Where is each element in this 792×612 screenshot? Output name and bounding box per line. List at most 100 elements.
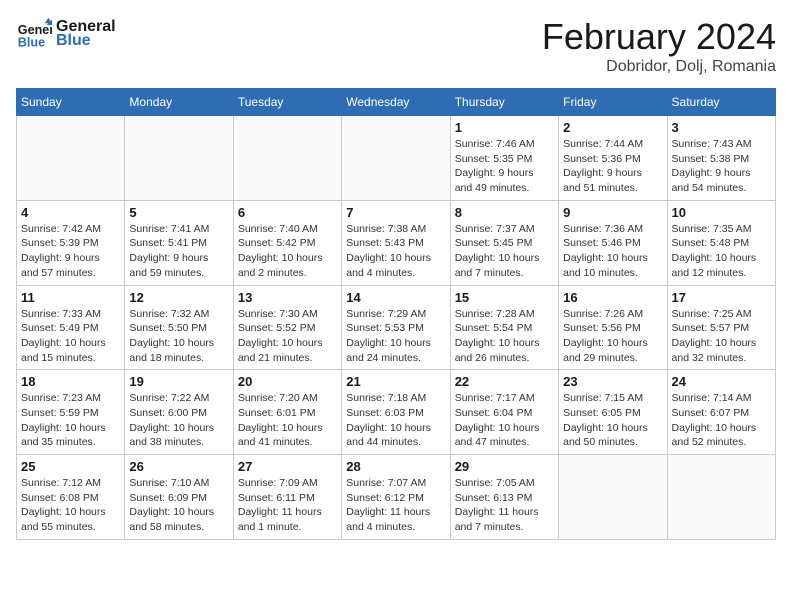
calendar-cell [342, 116, 450, 201]
calendar-week-1: 1 Sunrise: 7:46 AM Sunset: 5:35 PM Daylig… [17, 116, 776, 201]
day-info: Sunrise: 7:25 AM Sunset: 5:57 PM Dayligh… [672, 307, 771, 366]
day-info: Sunrise: 7:26 AM Sunset: 5:56 PM Dayligh… [563, 307, 662, 366]
day-number: 17 [672, 290, 771, 305]
calendar-cell: 11 Sunrise: 7:33 AM Sunset: 5:49 PM Dayli… [17, 285, 125, 370]
calendar-cell [559, 455, 667, 540]
day-number: 16 [563, 290, 662, 305]
calendar-cell: 25 Sunrise: 7:12 AM Sunset: 6:08 PM Dayli… [17, 455, 125, 540]
calendar-cell: 2 Sunrise: 7:44 AM Sunset: 5:36 PM Daylig… [559, 116, 667, 201]
weekday-header-wednesday: Wednesday [342, 89, 450, 116]
calendar-cell: 21 Sunrise: 7:18 AM Sunset: 6:03 PM Dayli… [342, 370, 450, 455]
weekday-header-thursday: Thursday [450, 89, 558, 116]
day-number: 9 [563, 205, 662, 220]
day-info: Sunrise: 7:42 AM Sunset: 5:39 PM Dayligh… [21, 222, 120, 281]
calendar-cell: 10 Sunrise: 7:35 AM Sunset: 5:48 PM Dayli… [667, 200, 775, 285]
day-number: 13 [238, 290, 337, 305]
day-info: Sunrise: 7:15 AM Sunset: 6:05 PM Dayligh… [563, 391, 662, 450]
calendar-cell: 4 Sunrise: 7:42 AM Sunset: 5:39 PM Daylig… [17, 200, 125, 285]
day-number: 7 [346, 205, 445, 220]
calendar-cell [17, 116, 125, 201]
calendar-week-2: 4 Sunrise: 7:42 AM Sunset: 5:39 PM Daylig… [17, 200, 776, 285]
day-number: 15 [455, 290, 554, 305]
day-number: 24 [672, 374, 771, 389]
calendar-cell: 17 Sunrise: 7:25 AM Sunset: 5:57 PM Dayli… [667, 285, 775, 370]
day-info: Sunrise: 7:44 AM Sunset: 5:36 PM Dayligh… [563, 137, 662, 196]
calendar-cell: 27Sunrise: 7:09 AM Sunset: 6:11 PM Dayli… [233, 455, 341, 540]
day-number: 18 [21, 374, 120, 389]
day-info: Sunrise: 7:10 AM Sunset: 6:09 PM Dayligh… [129, 476, 228, 535]
day-info: Sunrise: 7:38 AM Sunset: 5:43 PM Dayligh… [346, 222, 445, 281]
day-number: 22 [455, 374, 554, 389]
calendar-header-row: SundayMondayTuesdayWednesdayThursdayFrid… [17, 89, 776, 116]
day-info: Sunrise: 7:36 AM Sunset: 5:46 PM Dayligh… [563, 222, 662, 281]
calendar-cell: 14 Sunrise: 7:29 AM Sunset: 5:53 PM Dayli… [342, 285, 450, 370]
day-number: 5 [129, 205, 228, 220]
calendar-cell [125, 116, 233, 201]
day-info: Sunrise: 7:05 AM Sunset: 6:13 PM Dayligh… [455, 476, 554, 535]
day-number: 19 [129, 374, 228, 389]
weekday-header-tuesday: Tuesday [233, 89, 341, 116]
day-number: 8 [455, 205, 554, 220]
day-number: 2 [563, 120, 662, 135]
calendar-cell: 18Sunrise: 7:23 AM Sunset: 5:59 PM Dayli… [17, 370, 125, 455]
day-number: 26 [129, 459, 228, 474]
calendar-week-4: 18Sunrise: 7:23 AM Sunset: 5:59 PM Dayli… [17, 370, 776, 455]
calendar-cell: 6 Sunrise: 7:40 AM Sunset: 5:42 PM Daylig… [233, 200, 341, 285]
calendar-cell: 3Sunrise: 7:43 AM Sunset: 5:38 PM Daylig… [667, 116, 775, 201]
calendar-cell: 15 Sunrise: 7:28 AM Sunset: 5:54 PM Dayli… [450, 285, 558, 370]
day-info: Sunrise: 7:20 AM Sunset: 6:01 PM Dayligh… [238, 391, 337, 450]
day-info: Sunrise: 7:18 AM Sunset: 6:03 PM Dayligh… [346, 391, 445, 450]
day-info: Sunrise: 7:30 AM Sunset: 5:52 PM Dayligh… [238, 307, 337, 366]
day-info: Sunrise: 7:12 AM Sunset: 6:08 PM Dayligh… [21, 476, 120, 535]
weekday-header-monday: Monday [125, 89, 233, 116]
calendar-cell: 8Sunrise: 7:37 AM Sunset: 5:45 PM Daylig… [450, 200, 558, 285]
calendar-week-5: 25 Sunrise: 7:12 AM Sunset: 6:08 PM Dayli… [17, 455, 776, 540]
calendar-cell: 1 Sunrise: 7:46 AM Sunset: 5:35 PM Daylig… [450, 116, 558, 201]
day-info: Sunrise: 7:17 AM Sunset: 6:04 PM Dayligh… [455, 391, 554, 450]
calendar-cell: 16 Sunrise: 7:26 AM Sunset: 5:56 PM Dayli… [559, 285, 667, 370]
logo: General Blue General Blue [16, 16, 116, 52]
page-header: General Blue General Blue February 2024 … [16, 16, 776, 76]
day-info: Sunrise: 7:29 AM Sunset: 5:53 PM Dayligh… [346, 307, 445, 366]
day-info: Sunrise: 7:35 AM Sunset: 5:48 PM Dayligh… [672, 222, 771, 281]
day-number: 1 [455, 120, 554, 135]
calendar-table: SundayMondayTuesdayWednesdayThursdayFrid… [16, 88, 776, 540]
day-number: 6 [238, 205, 337, 220]
day-info: Sunrise: 7:22 AM Sunset: 6:00 PM Dayligh… [129, 391, 228, 450]
day-number: 14 [346, 290, 445, 305]
day-number: 3 [672, 120, 771, 135]
day-number: 23 [563, 374, 662, 389]
day-info: Sunrise: 7:46 AM Sunset: 5:35 PM Dayligh… [455, 137, 554, 196]
day-number: 10 [672, 205, 771, 220]
month-title: February 2024 [542, 16, 776, 58]
day-number: 11 [21, 290, 120, 305]
day-info: Sunrise: 7:33 AM Sunset: 5:49 PM Dayligh… [21, 307, 120, 366]
svg-text:Blue: Blue [18, 36, 45, 50]
day-number: 25 [21, 459, 120, 474]
weekday-header-saturday: Saturday [667, 89, 775, 116]
calendar-cell: 26 Sunrise: 7:10 AM Sunset: 6:09 PM Dayli… [125, 455, 233, 540]
calendar-cell: 13 Sunrise: 7:30 AM Sunset: 5:52 PM Dayli… [233, 285, 341, 370]
day-info: Sunrise: 7:07 AM Sunset: 6:12 PM Dayligh… [346, 476, 445, 535]
day-number: 28 [346, 459, 445, 474]
calendar-cell: 19 Sunrise: 7:22 AM Sunset: 6:00 PM Dayli… [125, 370, 233, 455]
calendar-cell [233, 116, 341, 201]
day-info: Sunrise: 7:40 AM Sunset: 5:42 PM Dayligh… [238, 222, 337, 281]
day-number: 12 [129, 290, 228, 305]
calendar-cell [667, 455, 775, 540]
calendar-cell: 7 Sunrise: 7:38 AM Sunset: 5:43 PM Daylig… [342, 200, 450, 285]
day-number: 4 [21, 205, 120, 220]
calendar-cell: 24Sunrise: 7:14 AM Sunset: 6:07 PM Dayli… [667, 370, 775, 455]
weekday-header-sunday: Sunday [17, 89, 125, 116]
day-info: Sunrise: 7:28 AM Sunset: 5:54 PM Dayligh… [455, 307, 554, 366]
calendar-cell: 29 Sunrise: 7:05 AM Sunset: 6:13 PM Dayli… [450, 455, 558, 540]
day-number: 20 [238, 374, 337, 389]
calendar-cell: 9 Sunrise: 7:36 AM Sunset: 5:46 PM Daylig… [559, 200, 667, 285]
calendar-cell: 12Sunrise: 7:32 AM Sunset: 5:50 PM Dayli… [125, 285, 233, 370]
location-title: Dobridor, Dolj, Romania [542, 58, 776, 76]
day-info: Sunrise: 7:09 AM Sunset: 6:11 PM Dayligh… [238, 476, 337, 535]
day-number: 21 [346, 374, 445, 389]
calendar-week-3: 11 Sunrise: 7:33 AM Sunset: 5:49 PM Dayli… [17, 285, 776, 370]
day-number: 29 [455, 459, 554, 474]
logo-icon: General Blue [16, 16, 52, 52]
